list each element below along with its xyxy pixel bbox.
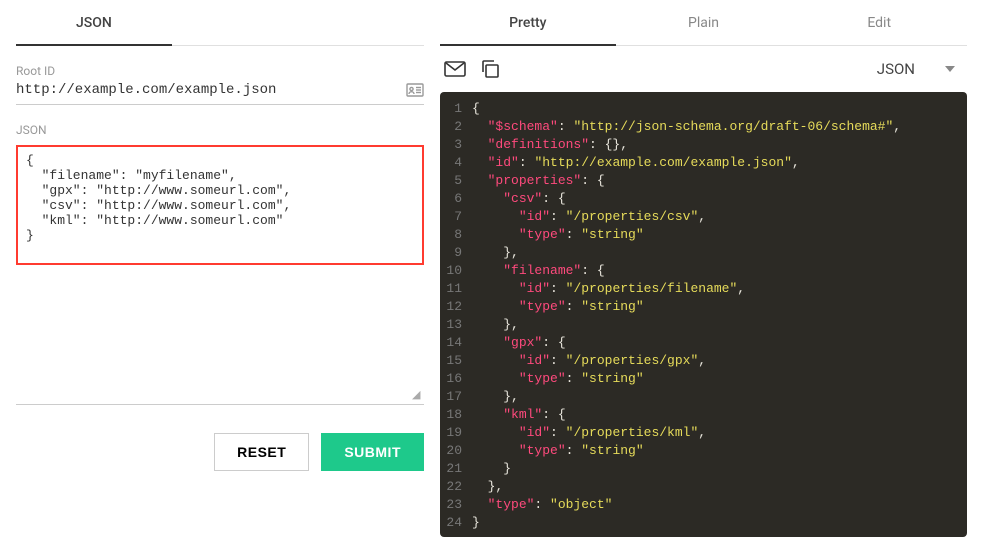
code-content: "type": "object" [472,496,612,514]
code-content: "id": "/properties/gpx", [472,352,706,370]
line-number: 6 [440,190,472,208]
code-line: 14 "gpx": { [440,334,967,352]
tab-edit[interactable]: Edit [791,0,967,45]
line-number: 23 [440,496,472,514]
code-line: 19 "id": "/properties/kml", [440,424,967,442]
code-content: }, [472,388,519,406]
code-content: } [472,460,511,478]
code-content: "id": "/properties/filename", [472,280,745,298]
line-number: 14 [440,334,472,352]
code-line: 24} [440,514,967,532]
code-line: 17 }, [440,388,967,406]
left-panel: JSON Root ID JSON ◢ RESET SUBMIT [0,0,440,537]
line-number: 9 [440,244,472,262]
line-number: 1 [440,100,472,118]
code-line: 10 "filename": { [440,262,967,280]
code-line: 21 } [440,460,967,478]
code-content: }, [472,316,519,334]
root-id-input[interactable] [16,82,406,98]
submit-button[interactable]: SUBMIT [321,433,424,471]
code-content: "type": "string" [472,298,644,316]
code-line: 5 "properties": { [440,172,967,190]
line-number: 15 [440,352,472,370]
code-content: "id": "http://example.com/example.json", [472,154,800,172]
format-select[interactable]: JSON [877,60,963,78]
code-line: 7 "id": "/properties/csv", [440,208,967,226]
line-number: 10 [440,262,472,280]
left-tabs: JSON [16,0,424,46]
code-line: 1{ [440,100,967,118]
line-number: 20 [440,442,472,460]
chevron-down-icon [945,66,955,72]
code-line: 23 "type": "object" [440,496,967,514]
code-content: "definitions": {}, [472,136,628,154]
code-line: 18 "kml": { [440,406,967,424]
json-textarea-highlight [16,145,424,265]
code-line: 22 }, [440,478,967,496]
mail-icon[interactable] [444,61,466,77]
line-number: 17 [440,388,472,406]
code-content: }, [472,244,519,262]
code-line: 8 "type": "string" [440,226,967,244]
code-content: "csv": { [472,190,566,208]
code-content: "$schema": "http://json-schema.org/draft… [472,118,901,136]
copy-icon[interactable] [480,59,500,79]
code-line: 3 "definitions": {}, [440,136,967,154]
tab-plain[interactable]: Plain [616,0,792,45]
format-select-label: JSON [877,60,915,78]
line-number: 7 [440,208,472,226]
resize-handle-icon[interactable]: ◢ [412,392,422,402]
root-id-row [16,82,424,105]
textarea-extension[interactable]: ◢ [16,265,424,405]
right-panel: PrettyPlainEdit JSON 1{2 "$schema": "htt… [440,0,983,537]
code-output[interactable]: 1{2 "$schema": "http://json-schema.org/d… [440,92,967,537]
line-number: 12 [440,298,472,316]
output-toolbar: JSON [440,46,967,92]
code-line: 16 "type": "string" [440,370,967,388]
line-number: 24 [440,514,472,532]
code-line: 2 "$schema": "http://json-schema.org/dra… [440,118,967,136]
code-line: 4 "id": "http://example.com/example.json… [440,154,967,172]
code-line: 13 }, [440,316,967,334]
code-line: 11 "id": "/properties/filename", [440,280,967,298]
code-content: "type": "string" [472,370,644,388]
line-number: 8 [440,226,472,244]
code-content: "filename": { [472,262,605,280]
line-number: 4 [440,154,472,172]
line-number: 16 [440,370,472,388]
code-content: "id": "/properties/csv", [472,208,706,226]
line-number: 19 [440,424,472,442]
code-line: 15 "id": "/properties/gpx", [440,352,967,370]
button-row: RESET SUBMIT [16,433,424,471]
code-content: "type": "string" [472,442,644,460]
right-tabs: PrettyPlainEdit [440,0,967,46]
tab-json[interactable]: JSON [16,0,172,45]
tab-pretty[interactable]: Pretty [440,0,616,45]
code-content: "type": "string" [472,226,644,244]
code-content: "kml": { [472,406,566,424]
line-number: 3 [440,136,472,154]
json-label: JSON [16,123,424,137]
code-line: 20 "type": "string" [440,442,967,460]
id-card-icon[interactable] [406,83,424,97]
line-number: 21 [440,460,472,478]
code-line: 6 "csv": { [440,190,967,208]
code-content: "id": "/properties/kml", [472,424,706,442]
line-number: 5 [440,172,472,190]
code-content: "gpx": { [472,334,566,352]
code-content: } [472,514,480,532]
line-number: 2 [440,118,472,136]
code-content: { [472,100,480,118]
root-id-label: Root ID [16,64,424,78]
json-textarea[interactable] [26,153,414,257]
line-number: 18 [440,406,472,424]
code-content: "properties": { [472,172,605,190]
line-number: 11 [440,280,472,298]
code-line: 9 }, [440,244,967,262]
code-content: }, [472,478,503,496]
line-number: 13 [440,316,472,334]
code-line: 12 "type": "string" [440,298,967,316]
line-number: 22 [440,478,472,496]
reset-button[interactable]: RESET [214,433,309,471]
